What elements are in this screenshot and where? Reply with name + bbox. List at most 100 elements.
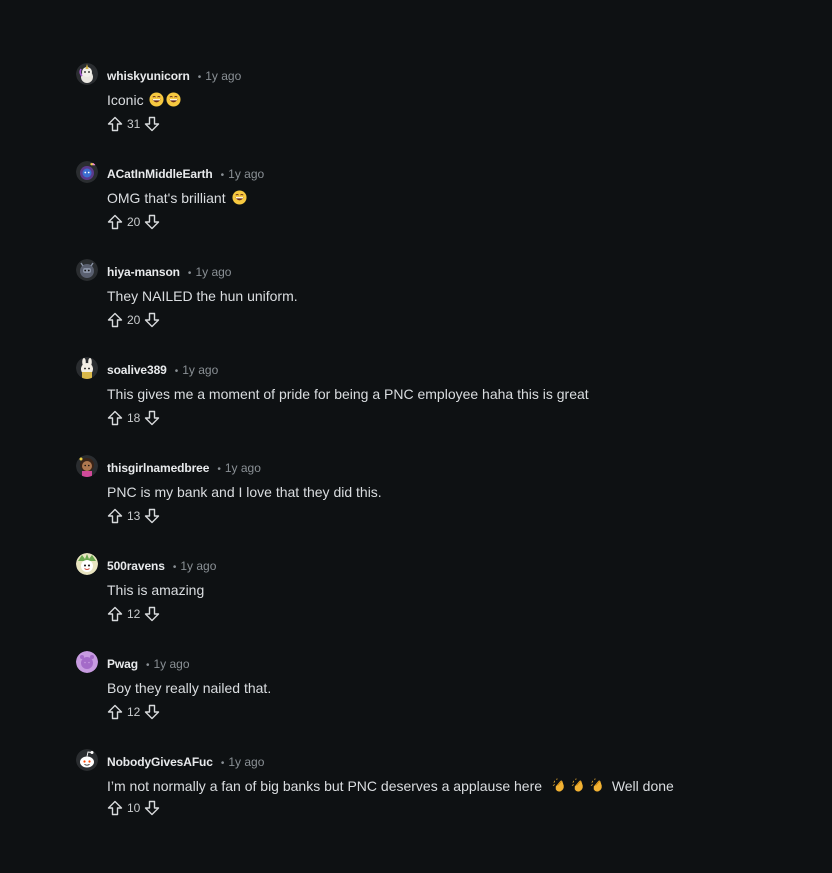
downvote-icon[interactable] [144,213,160,231]
comment-timestamp[interactable]: 1y ago [228,755,264,769]
comment-timestamp[interactable]: 1y ago [205,69,241,83]
downvote-icon[interactable] [144,703,160,721]
comment-timestamp[interactable]: 1y ago [228,167,264,181]
girl-avatar[interactable] [76,455,98,477]
separator-dot: • [220,758,225,769]
comment-text-after: Well done [611,778,674,794]
upvote-icon[interactable] [107,605,123,623]
comment-timestamp[interactable]: 1y ago [225,461,261,475]
clap-emoji [590,778,605,793]
comment-meta: whiskyunicorn • 1y ago [107,68,241,84]
vote-bar: 18 [107,409,160,427]
comment: Pwag • 1y ago Boy they really nailed that.… [76,651,796,741]
vote-count: 13 [127,509,141,523]
cat-avatar[interactable] [76,161,98,183]
comment-author[interactable]: soalive389 [107,363,167,377]
comment-body: Boy they really nailed that. [107,679,271,697]
comment-body: They NAILED the hun uniform. [107,287,298,305]
comment-body: This is amazing [107,581,204,599]
raven-avatar[interactable] [76,553,98,575]
comment-timestamp[interactable]: 1y ago [182,363,218,377]
comment-body: Iconic [107,91,181,109]
comment-body: This gives me a moment of pride for bein… [107,385,589,403]
upvote-icon[interactable] [107,507,123,525]
comment-text: PNC is my bank and I love that they did … [107,484,382,500]
comment: soalive389 • 1y ago This gives me a moment… [76,357,796,447]
comment-meta: soalive389 • 1y ago [107,362,218,378]
upvote-icon[interactable] [107,213,123,231]
downvote-icon[interactable] [144,799,160,817]
grinning-sweat-emoji [166,92,181,107]
comment-text: This gives me a moment of pride for bein… [107,386,589,402]
upvote-icon[interactable] [107,115,123,133]
vote-bar: 20 [107,311,160,329]
comment-meta: ACatInMiddleEarth • 1y ago [107,166,264,182]
comment-text: Iconic [107,92,144,108]
separator-dot: • [197,72,202,83]
downvote-icon[interactable] [144,507,160,525]
comment-text: They NAILED the hun uniform. [107,288,298,304]
vote-bar: 31 [107,115,160,133]
comment-body: PNC is my bank and I love that they did … [107,483,382,501]
comment: hiya-manson • 1y ago They NAILED the hun u… [76,259,796,349]
grinning-sweat-emoji [149,92,164,107]
upvote-icon[interactable] [107,703,123,721]
vote-count: 10 [127,801,141,815]
separator-dot: • [172,562,177,573]
snoo-avatar[interactable] [76,749,98,771]
downvote-icon[interactable] [144,605,160,623]
comment-text: OMG that's brilliant [107,190,226,206]
comment: ACatInMiddleEarth • 1y ago OMG that's bril… [76,161,796,251]
comment-meta: thisgirlnamedbree • 1y ago [107,460,261,476]
unicorn-avatar[interactable] [76,63,98,85]
downvote-icon[interactable] [144,409,160,427]
separator-dot: • [217,464,221,475]
bunny-avatar[interactable] [76,357,98,379]
comment: thisgirlnamedbree • 1y ago PNC is my bank … [76,455,796,545]
comment: NobodyGivesAFuc • 1y ago I’m not normally … [76,749,796,839]
separator-dot: • [145,660,150,671]
upvote-icon[interactable] [107,409,123,427]
comment-body: OMG that's brilliant [107,189,247,207]
comment-meta: NobodyGivesAFuc • 1y ago [107,754,264,770]
comment-meta: Pwag • 1y ago [107,656,190,672]
comment-author[interactable]: whiskyunicorn [107,69,190,83]
vote-bar: 12 [107,605,160,623]
vote-bar: 20 [107,213,160,231]
vote-count: 20 [127,215,141,229]
comment-timestamp[interactable]: 1y ago [180,559,216,573]
vote-count: 31 [127,117,141,131]
downvote-icon[interactable] [144,311,160,329]
comment-author[interactable]: Pwag [107,657,138,671]
comment-meta: hiya-manson • 1y ago [107,264,231,280]
comment-text: I’m not normally a fan of big banks but … [107,778,543,794]
vote-count: 12 [127,705,141,719]
upvote-icon[interactable] [107,311,123,329]
comment-author[interactable]: ACatInMiddleEarth [107,167,213,181]
downvote-icon[interactable] [144,115,160,133]
vote-count: 20 [127,313,141,327]
comment: whiskyunicorn • 1y ago Iconic 31 [76,63,796,153]
clap-emoji [552,778,567,793]
default-avatar[interactable] [76,651,98,673]
comment-author[interactable]: thisgirlnamedbree [107,461,209,475]
vote-bar: 13 [107,507,160,525]
robot-avatar[interactable] [76,259,98,281]
comment-author[interactable]: 500ravens [107,559,165,573]
vote-bar: 12 [107,703,160,721]
grinning-sweat-emoji [231,190,247,205]
comment-author[interactable]: NobodyGivesAFuc [107,755,213,769]
comment-text: Boy they really nailed that. [107,680,272,696]
separator-dot: • [174,366,179,377]
comment-timestamp[interactable]: 1y ago [153,657,189,671]
separator-dot: • [220,170,225,181]
comment-meta: 500ravens • 1y ago [107,558,216,574]
comment: 500ravens • 1y ago This is amazing 12 [76,553,796,643]
comment-text: This is amazing [107,582,205,598]
clap-emoji [571,778,586,793]
comment-author[interactable]: hiya-manson [107,265,180,279]
vote-count: 12 [127,607,141,621]
separator-dot: • [187,268,192,279]
comment-timestamp[interactable]: 1y ago [195,265,231,279]
upvote-icon[interactable] [107,799,123,817]
